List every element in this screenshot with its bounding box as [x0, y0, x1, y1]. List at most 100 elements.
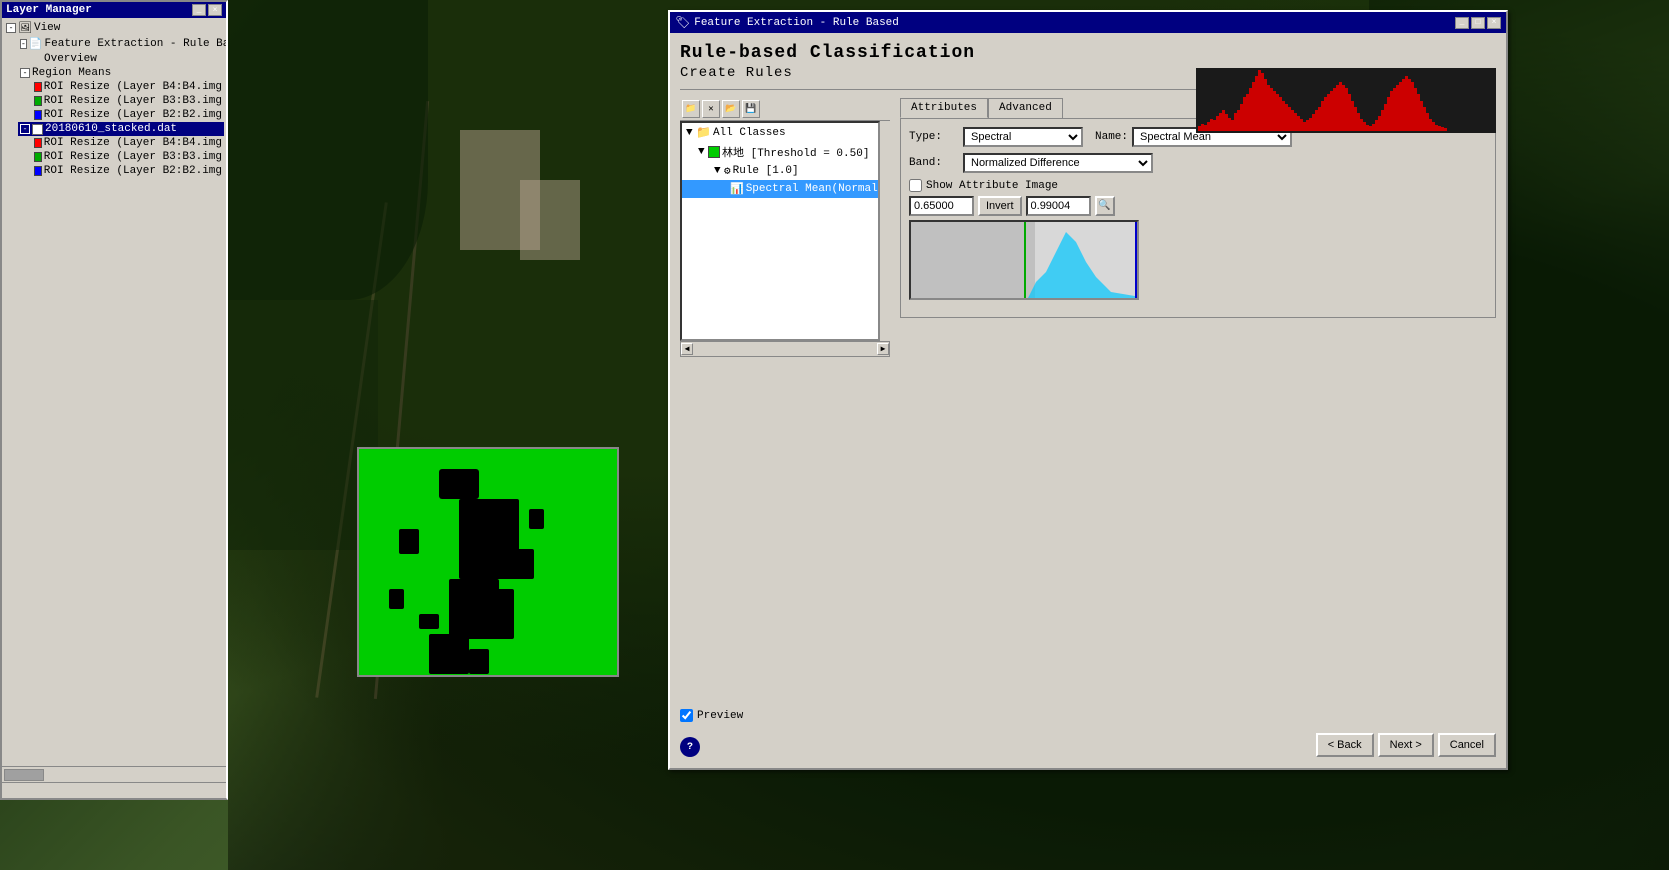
feature-titlebar: 🏷 Feature Extraction - Rule Based _ □ × — [670, 12, 1506, 33]
feature-extraction-window: 🏷 Feature Extraction - Rule Based _ □ × … — [668, 10, 1508, 770]
layer-label-feature: Feature Extraction - Rule Based — [45, 38, 226, 50]
layer-manager-title: Layer Manager — [6, 4, 92, 16]
preview-row: Preview — [680, 709, 743, 722]
preview-label: Preview — [697, 710, 743, 722]
tree-node-rule[interactable]: ▼ ⚙ Rule [1.0] — [682, 162, 878, 180]
tab-content-attributes: Type: Spectral Name: Spectral Mean Band: — [900, 118, 1496, 318]
layer-item-overview[interactable]: Overview — [32, 52, 224, 66]
layer-item-view[interactable]: - 🖼 View — [4, 20, 224, 36]
threshold-left-line — [1024, 222, 1026, 298]
color-box-red-1 — [34, 82, 42, 92]
layer-label-roi-b2-1: ROI Resize (Layer B2:B2.img — [44, 109, 222, 121]
scroll-thumb[interactable] — [4, 769, 44, 781]
form-row-band: Band: Normalized Difference — [909, 153, 1487, 173]
name-label: Name: — [1095, 131, 1128, 143]
layer-label-roi-b3-2: ROI Resize (Layer B3:B3.img — [44, 151, 222, 163]
zoom-button[interactable]: 🔍 — [1095, 196, 1115, 216]
minimize-feature-btn[interactable]: _ — [1455, 17, 1469, 29]
layer-item-region[interactable]: - Region Means — [18, 66, 224, 80]
scroll-left-btn[interactable]: ◀ — [681, 343, 693, 355]
next-button[interactable]: Next > — [1378, 733, 1434, 757]
building-area-2 — [520, 180, 580, 260]
tab-advanced-label: Advanced — [999, 102, 1052, 114]
black-patches-svg — [359, 449, 619, 677]
band-dropdown[interactable]: Normalized Difference — [963, 153, 1153, 173]
layer-item-feature[interactable]: - 📄 Feature Extraction - Rule Based — [18, 36, 224, 52]
layer-item-roi-b2-1[interactable]: ROI Resize (Layer B2:B2.img — [32, 108, 224, 122]
rule-icon: ⚙ — [724, 164, 731, 178]
tree-node-all-classes[interactable]: ▼ 📁 All Classes — [682, 123, 878, 142]
all-classes-label: All Classes — [713, 127, 786, 139]
feature-title-bar-label: 🏷 Feature Extraction - Rule Based — [675, 15, 899, 30]
type-dropdown[interactable]: Spectral — [963, 127, 1083, 147]
checkbox-stacked[interactable]: ✓ — [32, 124, 43, 135]
scroll-right-btn[interactable]: ▶ — [877, 343, 889, 355]
tree-node-lindi[interactable]: ▼ 林地 [Threshold = 0.50] — [682, 142, 878, 162]
color-box-red-2 — [34, 138, 42, 148]
layer-manager-window: Layer Manager _ × - 🖼 View - 📄 Feature E… — [0, 0, 228, 800]
type-label: Type: — [909, 131, 959, 143]
invert-button[interactable]: Invert — [978, 196, 1022, 216]
max-value-input[interactable] — [1026, 196, 1091, 216]
spectral-mean-label: Spectral Mean(Normal... — [746, 183, 880, 195]
layer-label-roi-b4-1: ROI Resize (Layer B4:B4.img — [44, 81, 222, 93]
class-color-box — [708, 146, 720, 158]
layer-item-stacked[interactable]: - ✓ 20180610_stacked.dat — [18, 122, 224, 136]
status-bar — [2, 782, 226, 798]
horizontal-scrollbar[interactable] — [2, 766, 226, 782]
rule-label: Rule [1.0] — [733, 165, 799, 177]
feature-body: Rule-based Classification Create Rules — [670, 33, 1506, 767]
tab-attributes[interactable]: Attributes — [900, 98, 988, 118]
page-main-title: Rule-based Classification — [680, 43, 1496, 63]
spectral-icon: 📊 — [730, 182, 744, 196]
layer-label-roi-b3-1: ROI Resize (Layer B3:B3.img — [44, 95, 222, 107]
feature-window-title: Feature Extraction - Rule Based — [694, 17, 899, 29]
forest-patch-1 — [228, 0, 428, 300]
layer-tree: - 🖼 View - 📄 Feature Extraction - Rule B… — [2, 18, 226, 180]
view-icon: 🖼 — [18, 21, 32, 35]
band-label: Band: — [909, 157, 959, 169]
expand-icon-feature[interactable]: - — [20, 39, 27, 49]
toolbar-close-btn[interactable]: ✕ — [702, 100, 720, 118]
layer-label-region: Region Means — [32, 67, 111, 79]
toolbar-save-btn[interactable]: 💾 — [742, 100, 760, 118]
folder-icon-all: 📁 — [696, 125, 711, 140]
min-value-input[interactable] — [909, 196, 974, 216]
histo-bar — [1444, 128, 1447, 131]
scroll-track — [693, 343, 877, 355]
expand-icon-view[interactable]: - — [6, 23, 16, 33]
feature-icon-title: 🏷 — [675, 15, 690, 30]
close-feature-btn[interactable]: × — [1487, 17, 1501, 29]
layer-label-overview: Overview — [44, 53, 97, 65]
back-button[interactable]: < Back — [1316, 733, 1374, 757]
layer-item-roi-b4-1[interactable]: ROI Resize (Layer B4:B4.img — [32, 80, 224, 94]
expand-rule: ▼ — [714, 165, 724, 177]
toolbar-open-btn[interactable]: 📁 — [682, 100, 700, 118]
attribute-histogram — [909, 220, 1139, 300]
titlebar-controls: _ □ × — [1454, 17, 1501, 29]
value-row: Invert 🔍 — [909, 196, 1487, 216]
tab-advanced[interactable]: Advanced — [988, 98, 1063, 118]
expand-icon-stacked[interactable]: - — [20, 124, 30, 134]
minimize-button[interactable]: _ — [192, 4, 206, 16]
close-button[interactable]: × — [208, 4, 222, 16]
toolbar-file-btn[interactable]: 📂 — [722, 100, 740, 118]
tree-scrollbar[interactable]: ◀ ▶ — [680, 341, 890, 357]
show-attr-checkbox[interactable] — [909, 179, 922, 192]
rule-tree-section: 📁 ✕ 📂 💾 ▼ 📁 All Classes ▼ — [680, 98, 890, 357]
layer-item-roi-b3-2[interactable]: ROI Resize (Layer B3:B3.img — [32, 150, 224, 164]
preview-checkbox[interactable] — [680, 709, 693, 722]
layer-item-roi-b3-1[interactable]: ROI Resize (Layer B3:B3.img — [32, 94, 224, 108]
maximize-feature-btn[interactable]: □ — [1471, 17, 1485, 29]
feature-icon: 📄 — [29, 37, 43, 51]
layer-item-roi-b2-2[interactable]: ROI Resize (Layer B2:B2.img — [32, 164, 224, 178]
tree-node-spectral-mean[interactable]: 📊 Spectral Mean(Normal... — [682, 180, 878, 198]
expand-lindi: ▼ — [698, 146, 708, 158]
expand-all: ▼ — [686, 127, 696, 139]
attributes-section: Attributes Advanced Type: Spectral — [900, 98, 1496, 357]
layer-item-roi-b4-2[interactable]: ROI Resize (Layer B4:B4.img — [32, 136, 224, 150]
help-button[interactable]: ? — [680, 737, 700, 757]
expand-icon-region[interactable]: - — [20, 68, 30, 78]
cancel-button[interactable]: Cancel — [1438, 733, 1496, 757]
histo-bars-container — [1196, 68, 1496, 133]
